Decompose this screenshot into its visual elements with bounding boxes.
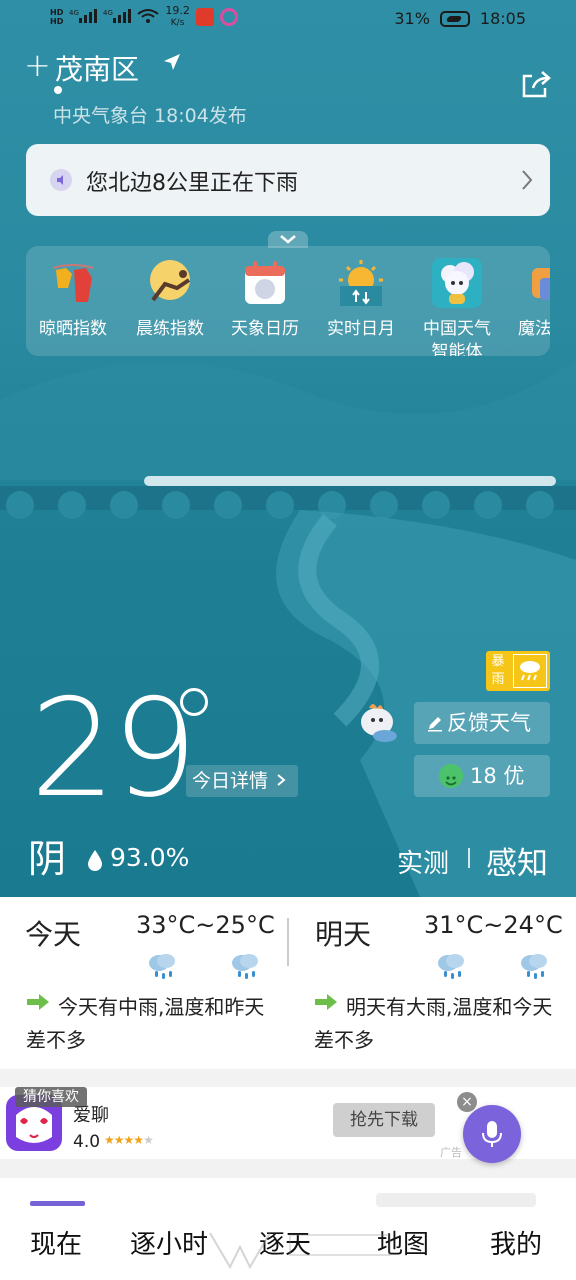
smile-icon: [439, 764, 463, 788]
star-icon: ★: [113, 1133, 125, 1147]
humidity-drop-icon: [88, 850, 102, 871]
ad-label: 广告: [440, 1146, 462, 1159]
laundry-icon: [52, 264, 94, 302]
status-bar: HD HD 4G 4G 19.2 K/s 31% 18:05: [0, 0, 576, 40]
rain-alert-banner[interactable]: 您北边8公里正在下雨: [26, 144, 550, 216]
star-icon: ★: [133, 1133, 144, 1147]
page-indicator-dot: [54, 86, 62, 94]
rain-cloud-icon: [149, 954, 175, 979]
rain-cloud-icon: [232, 954, 258, 979]
tool-label: 晨练指数: [136, 319, 204, 339]
watermark-logo: [209, 1232, 391, 1270]
sense-tab[interactable]: 感知: [486, 838, 548, 883]
clock: 18:05: [479, 9, 526, 28]
star-icon: ★: [104, 1133, 115, 1147]
tool-realtime-sun-moon[interactable]: 实时日月: [316, 258, 406, 341]
chevron-right-icon: [522, 170, 533, 190]
forecast-day-label: 明天: [315, 918, 372, 951]
close-icon[interactable]: ×: [457, 1092, 477, 1112]
tab-mine[interactable]: 我的: [490, 1224, 542, 1261]
star-icon: ★: [143, 1133, 154, 1147]
tab-now[interactable]: 现在: [30, 1224, 82, 1261]
forecast-tomorrow[interactable]: 明天 31°C~24°C 明天有大雨,温度和今天差不多: [288, 897, 576, 1069]
divider: [468, 848, 470, 868]
location-name[interactable]: 茂南区: [55, 48, 139, 88]
tool-label: 实时日月: [327, 319, 395, 339]
tool-sky-calendar[interactable]: 天象日历: [220, 258, 310, 341]
rainstorm-warning-badge[interactable]: 暴雨: [486, 651, 550, 691]
chevron-right-icon: [277, 774, 286, 786]
current-temperature: 29: [30, 670, 198, 827]
forecast-temp-range: 33°C~25°C: [136, 911, 275, 939]
speaker-icon: [50, 169, 72, 191]
signal-icon: 4G: [69, 8, 98, 27]
measured-tab[interactable]: 实测: [397, 843, 449, 880]
signal-icon: 4G: [103, 8, 132, 27]
feedback-label: 反馈天气: [447, 711, 531, 735]
rain-cloud-icon: [438, 954, 464, 979]
alert-text: 您北边8公里正在下雨: [86, 171, 298, 196]
warning-text: 暴雨: [491, 654, 505, 687]
tool-exercise-index[interactable]: 晨练指数: [125, 258, 215, 341]
tab-hourly[interactable]: 逐小时: [130, 1224, 208, 1261]
calendar-icon: [245, 261, 285, 304]
battery-icon: [439, 10, 470, 27]
tool-label: 中国天气: [423, 319, 491, 339]
download-button[interactable]: 抢先下载: [333, 1103, 435, 1137]
star-icon: ★: [123, 1133, 135, 1147]
microphone-icon: [482, 1121, 502, 1147]
forecast-day-label: 今天: [25, 918, 82, 951]
magic-icon: [532, 268, 550, 300]
tool-label: 晾晒指数: [39, 319, 107, 339]
share-icon[interactable]: [520, 68, 552, 100]
ad-rating-score: 4.0: [73, 1132, 101, 1152]
app-notification-icon: [195, 8, 214, 26]
mascot-icon: [361, 704, 397, 742]
air-quality-button[interactable]: 18 优: [414, 755, 550, 797]
pencil-icon: [428, 717, 442, 732]
sun-moon-icon: [339, 260, 383, 306]
ad-app-name: 爱聊: [73, 1105, 109, 1126]
tool-label: 天象日历: [231, 319, 299, 339]
publisher-info: 中央气象台 18:04发布: [53, 105, 247, 127]
rain-cloud-icon: [513, 654, 547, 688]
tool-label-line2: 智能体: [431, 342, 483, 356]
mascot-agent-icon: [432, 258, 482, 308]
today-detail-label: 今日详情: [192, 770, 269, 792]
active-tab-indicator: [30, 1201, 85, 1206]
tool-china-weather-agent[interactable]: 中国天气 智能体: [412, 258, 502, 356]
content-peek: [0, 1178, 576, 1208]
degree-symbol: [180, 688, 208, 716]
tools-strip: 晾晒指数 晨练指数 天象日历 实时日月 中国天气 智能体 魔法: [26, 246, 550, 356]
feedback-weather-button[interactable]: 反馈天气: [414, 702, 550, 744]
battery-percent: 31%: [394, 9, 430, 28]
voice-assistant-button[interactable]: [463, 1105, 521, 1163]
hd-icon: HD: [50, 8, 64, 17]
rating-stars: ★★★★★: [104, 1133, 154, 1147]
hd-icon: HD: [50, 17, 64, 26]
forecast-temp-range: 31°C~24°C: [424, 911, 563, 939]
forecast-description: 今天有中雨,温度和昨天差不多: [26, 995, 265, 1052]
wifi-icon: [137, 8, 159, 27]
forecast-today[interactable]: 今天 33°C~25°C 今天有中雨,温度和昨天差不多: [0, 897, 288, 1069]
tool-magic[interactable]: 魔法: [504, 258, 550, 341]
tool-label: 魔法: [518, 319, 550, 339]
humidity-value: 93.0%: [110, 843, 190, 872]
divider: [287, 918, 289, 966]
net-type-label: 4G: [69, 9, 79, 17]
add-city-button[interactable]: +: [24, 46, 51, 84]
net-speed-unit: K/s: [170, 18, 185, 28]
location-arrow-icon: [164, 54, 180, 70]
placeholder-bar: [376, 1193, 536, 1207]
net-speed: 19.2: [165, 4, 190, 17]
aqi-value: 18 优: [470, 764, 525, 788]
net-type-label: 4G: [103, 9, 113, 17]
weather-condition: 阴: [28, 837, 67, 881]
rain-cloud-icon: [521, 954, 547, 979]
today-detail-button[interactable]: 今日详情: [186, 765, 298, 797]
app-notification-icon: [219, 8, 238, 26]
tool-laundry-index[interactable]: 晾晒指数: [28, 258, 118, 341]
exercise-icon: [150, 260, 191, 302]
forecast-description: 明天有大雨,温度和今天差不多: [314, 995, 553, 1052]
